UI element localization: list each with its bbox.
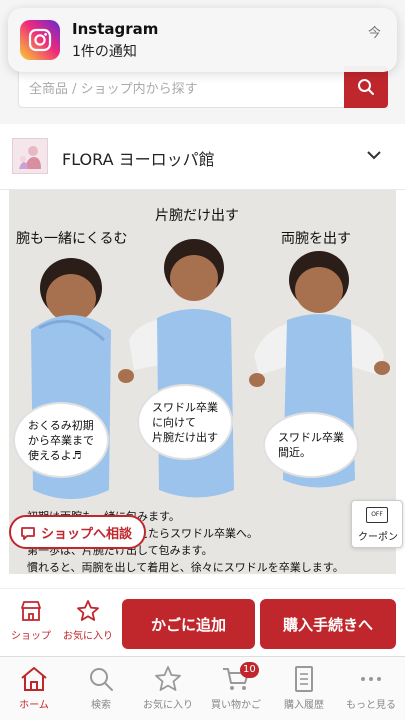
star-icon — [77, 600, 99, 621]
chat-icon — [21, 527, 35, 540]
tab-favorites-label: お気に入り — [143, 700, 193, 711]
tab-cart-label: 買い物かご — [211, 700, 261, 711]
speech-bubble-middle: スワドル卒業 に向けて 片腕だけ出す — [139, 386, 231, 458]
checkout-button[interactable]: 購入手続きへ — [260, 599, 396, 649]
consult-shop-button[interactable]: ショップへ相談 — [9, 515, 147, 549]
shop-icon — [21, 601, 41, 621]
coupon-button[interactable]: OFF クーポン — [351, 500, 403, 548]
chevron-down-icon[interactable] — [365, 146, 383, 164]
notification-banner[interactable]: Instagram 1件の通知 今 — [8, 8, 397, 72]
receipt-icon — [295, 666, 313, 692]
search-icon — [90, 668, 113, 691]
label-arms-wrapped: 腕も一緒にくるむ — [16, 231, 128, 247]
shop-link-label: ショップ — [11, 631, 51, 642]
favorite-button[interactable]: お気に入り — [62, 599, 114, 642]
consult-label: ショップへ相談 — [41, 526, 133, 542]
label-both-arms-out: 両腕を出す — [281, 231, 351, 247]
speech-bubble-right: スワドル卒業 間近。 — [265, 414, 357, 476]
tab-search-label: 検索 — [91, 700, 111, 711]
tab-home-label: ホーム — [19, 700, 49, 711]
search-icon — [358, 79, 374, 95]
speech-bubble-left: おくるみ初期 から卒業まで 使えるよ♬ — [15, 404, 107, 476]
tab-home[interactable]: ホーム — [0, 665, 68, 711]
bottom-tab-bar: ホーム 検索 お気に入り 10 買い物かご 購入履歴 もっと見る — [0, 656, 405, 720]
notification-app-name: Instagram — [72, 20, 159, 38]
shop-header[interactable]: FLORA ヨーロッパ館 — [0, 124, 405, 190]
search-input[interactable]: 全商品 / ショップ内から探す — [18, 66, 345, 108]
tab-more-label: もっと見る — [346, 700, 396, 711]
add-to-cart-button[interactable]: かごに追加 — [122, 599, 255, 649]
tab-more[interactable]: もっと見る — [337, 665, 405, 711]
favorite-label: お気に入り — [63, 631, 113, 642]
shop-link[interactable]: ショップ — [8, 599, 54, 642]
search-button[interactable] — [344, 66, 388, 108]
tab-history[interactable]: 購入履歴 — [270, 665, 338, 711]
tab-search[interactable]: 検索 — [67, 665, 135, 711]
more-dots-icon — [361, 677, 381, 681]
star-icon — [155, 666, 181, 691]
product-action-bar: ショップ お気に入り かごに追加 購入手続きへ — [0, 588, 405, 656]
instagram-icon — [20, 20, 60, 60]
tab-cart[interactable]: 10 買い物かご — [202, 662, 270, 711]
tab-history-label: 購入履歴 — [284, 700, 324, 711]
tab-favorites[interactable]: お気に入り — [134, 665, 202, 711]
cart-count-badge: 10 — [240, 662, 259, 678]
label-one-arm-out: 片腕だけ出す — [155, 208, 239, 224]
coupon-label: クーポン — [358, 532, 398, 543]
shop-name: FLORA ヨーロッパ館 — [62, 150, 215, 169]
home-icon — [21, 667, 47, 691]
search-placeholder: 全商品 / ショップ内から探す — [29, 82, 198, 97]
description-line: 慣れると、両腕を出して着用と、徐々にスワドルを卒業します。 — [27, 561, 344, 574]
notification-time: 今 — [367, 26, 381, 41]
coupon-icon: OFF — [366, 507, 388, 523]
notification-body: 1件の通知 — [72, 44, 137, 60]
shop-logo — [12, 138, 48, 174]
